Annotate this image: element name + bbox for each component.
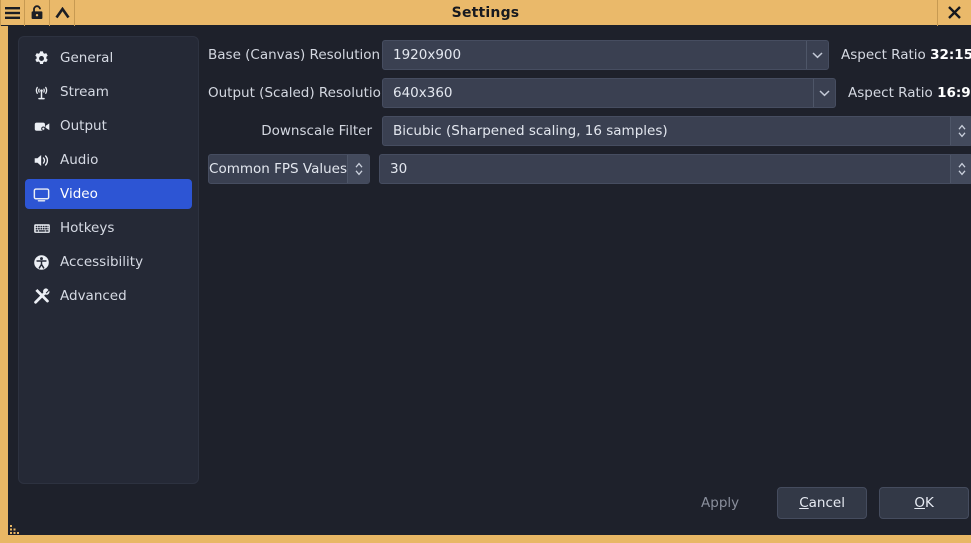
output-resolution-label: Output (Scaled) Resolution xyxy=(208,85,390,101)
dialog-content: General Stream Output Audio Video Hotkey… xyxy=(8,26,971,487)
fps-type-combobox[interactable]: Common FPS Values xyxy=(208,154,370,184)
menu-icon[interactable] xyxy=(0,0,25,26)
window-body: General Stream Output Audio Video Hotkey… xyxy=(0,26,971,543)
title-bar: Settings xyxy=(0,0,971,26)
monitor-icon xyxy=(33,186,55,203)
downscale-filter-row: Downscale Filter Bicubic (Sharpened scal… xyxy=(208,116,971,146)
close-button[interactable] xyxy=(937,0,971,26)
settings-window: Settings General Stream Output Audio Vid… xyxy=(0,0,971,543)
sidebar-item-label: Output xyxy=(60,118,107,134)
cancel-button[interactable]: Cancel xyxy=(777,487,868,519)
cancel-mnemonic: C xyxy=(799,495,809,511)
dialog-footer: Apply Cancel OK xyxy=(8,487,971,535)
sidebar-item-video[interactable]: Video xyxy=(25,179,192,209)
output-aspect-value: 16:9 xyxy=(937,85,971,101)
downscale-filter-label: Downscale Filter xyxy=(261,123,372,139)
base-aspect-value: 32:15 xyxy=(930,47,971,63)
stepper-icon[interactable] xyxy=(347,155,369,183)
settings-dialog: General Stream Output Audio Video Hotkey… xyxy=(8,26,971,535)
ok-button-label: K xyxy=(924,495,934,511)
apply-button-label: Apply xyxy=(701,495,740,511)
base-resolution-label: Base (Canvas) Resolution xyxy=(208,47,381,63)
sidebar-item-label: Advanced xyxy=(60,288,127,304)
chevron-down-icon[interactable] xyxy=(813,79,835,107)
base-resolution-value[interactable]: 1920x900 xyxy=(383,41,806,69)
apply-button[interactable]: Apply xyxy=(675,487,765,519)
window-title: Settings xyxy=(451,4,520,21)
cancel-button-label: ancel xyxy=(808,495,845,511)
fps-row: Common FPS Values 30 xyxy=(208,154,971,184)
base-aspect-prefix: Aspect Ratio xyxy=(841,47,926,63)
sidebar-item-hotkeys[interactable]: Hotkeys xyxy=(25,213,192,243)
fps-value[interactable]: 30 xyxy=(380,155,950,183)
tools-icon xyxy=(33,287,55,305)
sidebar-item-stream[interactable]: Stream xyxy=(25,77,192,107)
sidebar-item-label: Accessibility xyxy=(60,254,144,270)
fps-type-value[interactable]: Common FPS Values xyxy=(209,155,347,183)
base-resolution-combobox[interactable]: 1920x900 xyxy=(382,40,829,70)
speaker-icon xyxy=(33,152,55,169)
video-settings-panel: Base (Canvas) Resolution 1920x900 Aspect… xyxy=(208,36,971,487)
ok-button[interactable]: OK xyxy=(879,487,970,519)
stepper-icon[interactable] xyxy=(950,117,971,145)
sidebar-item-accessibility[interactable]: Accessibility xyxy=(25,247,192,277)
settings-sidebar: General Stream Output Audio Video Hotkey… xyxy=(18,36,199,484)
lock-icon[interactable] xyxy=(25,0,50,26)
sidebar-item-audio[interactable]: Audio xyxy=(25,145,192,175)
sidebar-item-label: Hotkeys xyxy=(60,220,115,236)
fps-value-combobox[interactable]: 30 xyxy=(379,154,971,184)
output-resolution-row: Output (Scaled) Resolution 640x360 Aspec… xyxy=(208,78,971,108)
downscale-filter-combobox[interactable]: Bicubic (Sharpened scaling, 16 samples) xyxy=(382,116,971,146)
base-aspect-ratio: Aspect Ratio 32:15 xyxy=(829,47,971,63)
output-resolution-value[interactable]: 640x360 xyxy=(383,79,813,107)
sidebar-item-label: Stream xyxy=(60,84,109,100)
output-aspect-prefix: Aspect Ratio xyxy=(848,85,933,101)
output-aspect-ratio: Aspect Ratio 16:9 xyxy=(836,85,971,101)
video-camera-icon xyxy=(33,118,55,135)
keyboard-icon xyxy=(33,220,55,237)
sidebar-item-output[interactable]: Output xyxy=(25,111,192,141)
base-resolution-row: Base (Canvas) Resolution 1920x900 Aspect… xyxy=(208,40,971,70)
sidebar-item-label: Audio xyxy=(60,152,99,168)
output-resolution-combobox[interactable]: 640x360 xyxy=(382,78,836,108)
sidebar-item-advanced[interactable]: Advanced xyxy=(25,281,192,311)
broadcast-icon xyxy=(33,84,55,101)
accessibility-icon xyxy=(33,254,55,271)
sidebar-item-label: Video xyxy=(60,186,98,202)
downscale-filter-value[interactable]: Bicubic (Sharpened scaling, 16 samples) xyxy=(383,117,950,145)
titlebar-button-group xyxy=(0,0,75,26)
gear-icon xyxy=(33,50,55,67)
sidebar-item-label: General xyxy=(60,50,114,66)
ok-mnemonic: O xyxy=(914,495,925,511)
caret-up-icon[interactable] xyxy=(50,0,75,26)
stepper-icon[interactable] xyxy=(950,155,971,183)
sidebar-item-general[interactable]: General xyxy=(25,43,192,73)
chevron-down-icon[interactable] xyxy=(806,41,828,69)
